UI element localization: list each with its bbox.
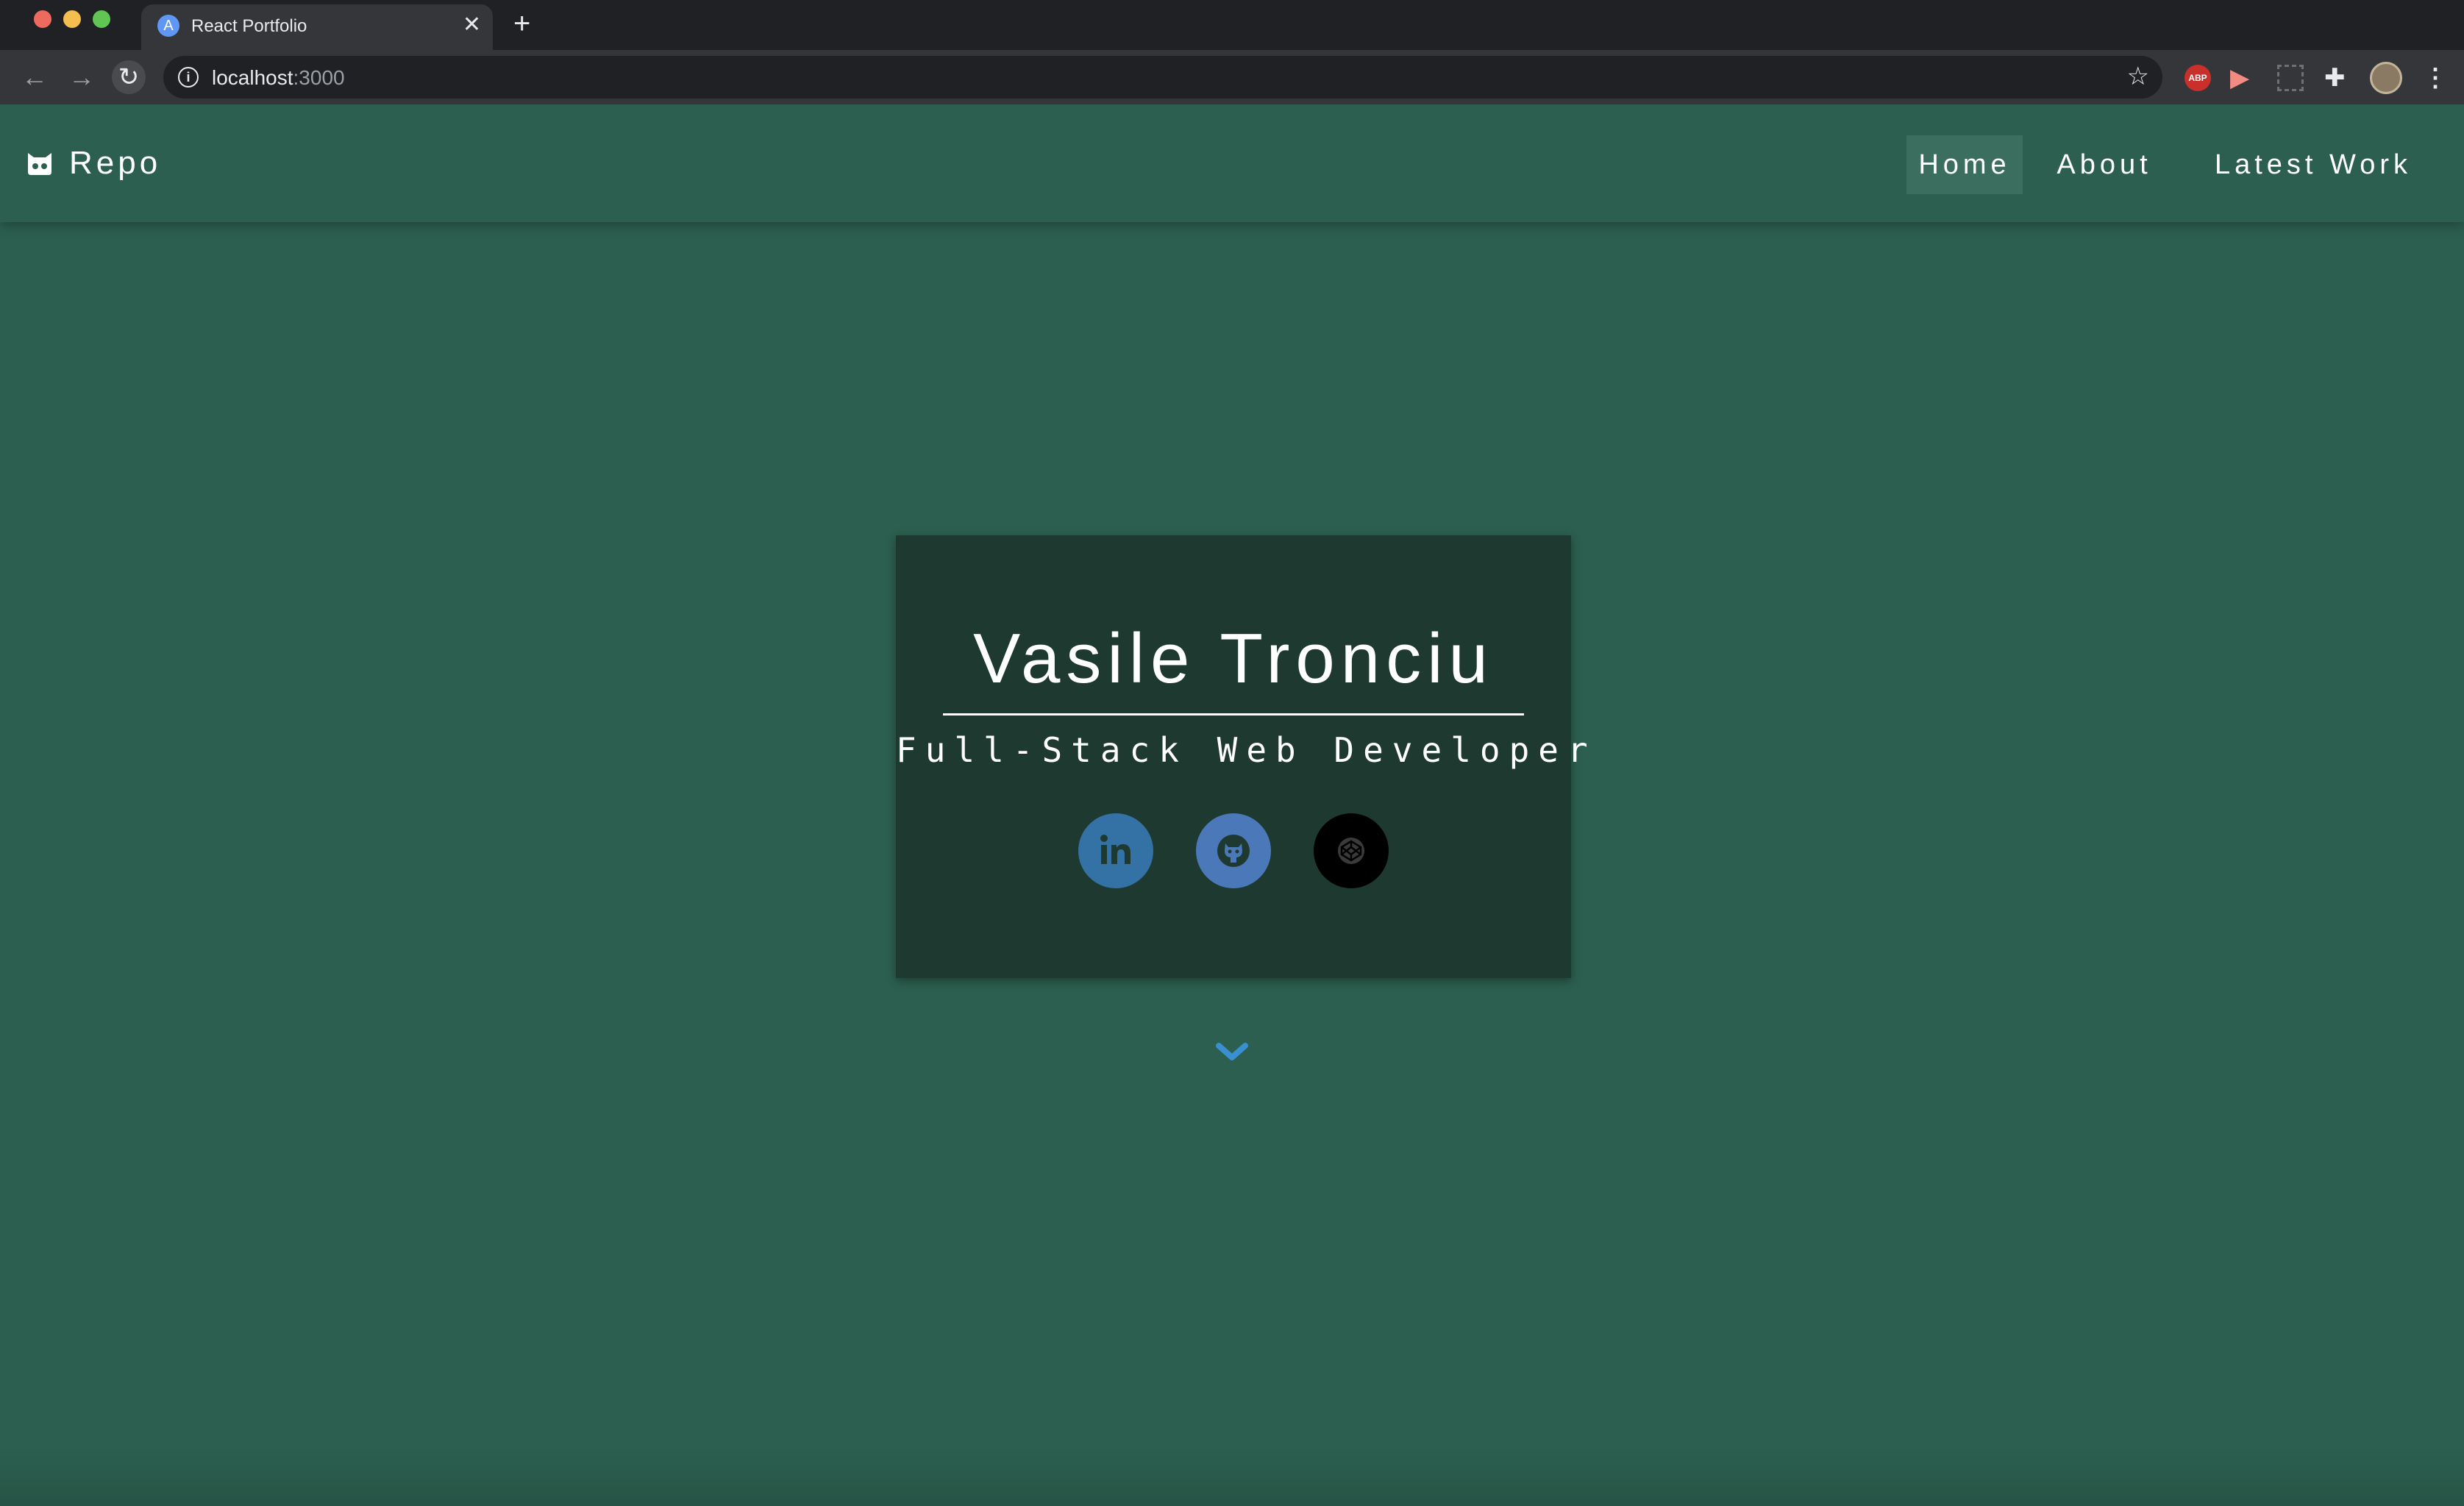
- address-bar-url[interactable]: localhost:3000: [212, 66, 345, 90]
- browser-tab-active[interactable]: A React Portfolio ✕: [141, 4, 493, 50]
- forward-arrow-icon[interactable]: →: [65, 60, 99, 94]
- back-arrow-icon[interactable]: ←: [18, 60, 51, 94]
- extensions-puzzle-icon[interactable]: ✚: [2324, 65, 2346, 91]
- github-cat-icon: [28, 153, 51, 175]
- nav-link-home[interactable]: Home: [1906, 135, 2023, 194]
- react-favicon-icon: A: [157, 15, 179, 37]
- reload-icon[interactable]: ↻: [112, 60, 146, 94]
- window-zoom-button[interactable]: [93, 10, 110, 28]
- tab-close-icon[interactable]: ✕: [463, 13, 481, 37]
- more-menu-icon[interactable]: ⋮: [2423, 65, 2448, 91]
- hero-role: Full-Stack Web Developer: [896, 730, 1597, 770]
- hero-card: Vasile Tronciu Full-Stack Web Developer: [896, 535, 1597, 978]
- codepen-icon: [1338, 838, 1364, 864]
- hero-name: Vasile Tronciu: [973, 619, 1494, 698]
- cast-icon[interactable]: ▶: [2230, 65, 2249, 91]
- codepen-button[interactable]: [1314, 813, 1389, 888]
- address-bar[interactable]: i localhost:3000 ☆: [163, 56, 2162, 99]
- window-close-button[interactable]: [34, 10, 51, 28]
- bookmark-star-icon[interactable]: ☆: [2127, 62, 2149, 91]
- screen-capture-icon[interactable]: [2277, 65, 2304, 91]
- bottom-fade-overlay: [0, 1447, 2464, 1506]
- chevron-down-icon[interactable]: [1215, 1041, 1249, 1063]
- new-tab-icon[interactable]: +: [513, 7, 530, 40]
- linkedin-icon: [1100, 835, 1130, 864]
- linkedin-button[interactable]: [1078, 813, 1153, 888]
- site-info-icon[interactable]: i: [178, 67, 199, 88]
- brand-name: Repo: [69, 145, 162, 181]
- tab-title: React Portfolio: [191, 16, 307, 36]
- github-button[interactable]: [1196, 813, 1271, 888]
- site-navbar: Repo Home About Latest Work: [0, 104, 2464, 222]
- github-icon: [1217, 835, 1250, 867]
- browser-tabstrip: A React Portfolio ✕ +: [0, 0, 2464, 50]
- page-viewport: Repo Home About Latest Work Vasile Tronc…: [0, 104, 2464, 1506]
- browser-toolbar: ← → ↻ i localhost:3000 ☆ ABP ▶ ✚ ⋮: [0, 50, 2464, 104]
- url-port: :3000: [293, 66, 345, 89]
- nav-link-about[interactable]: About: [2039, 135, 2170, 194]
- hero-divider: [943, 713, 1524, 715]
- window-minimize-button[interactable]: [63, 10, 81, 28]
- url-host: localhost: [212, 66, 293, 89]
- nav-link-latest-work[interactable]: Latest Work: [2192, 135, 2435, 194]
- adblock-plus-icon[interactable]: ABP: [2185, 65, 2211, 91]
- profile-avatar[interactable]: [2370, 62, 2402, 94]
